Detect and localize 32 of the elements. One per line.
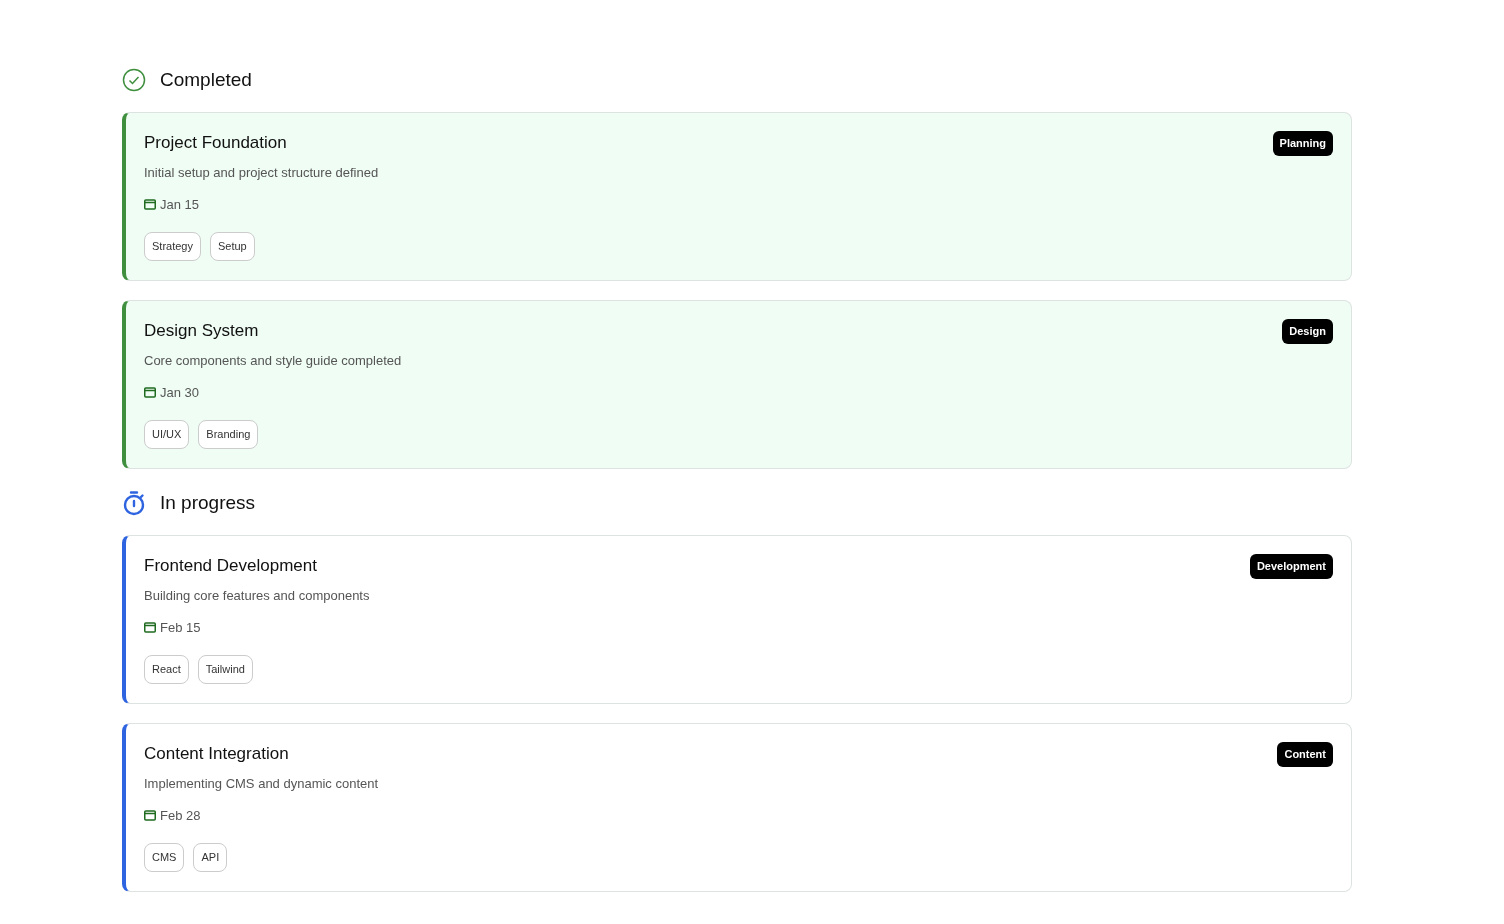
category-badge: Development	[1249, 554, 1333, 579]
card-description: Core components and style guide completed	[144, 351, 403, 370]
calendar-icon	[144, 198, 156, 210]
category-badge: Design	[1282, 319, 1333, 344]
category-badge: Content	[1277, 742, 1333, 767]
card-description: Initial setup and project structure defined	[144, 163, 380, 182]
check-circle-icon	[122, 68, 146, 92]
due-date: Jan 30	[160, 383, 200, 402]
card-description: Implementing CMS and dynamic content	[144, 774, 380, 793]
card-title: Design System	[144, 320, 259, 342]
card-description: Building core features and components	[144, 586, 371, 605]
tag-chip: Setup	[209, 232, 255, 261]
tag-chip: Branding	[198, 420, 259, 449]
category-badge: Planning	[1272, 131, 1333, 156]
tag-chip: React	[144, 655, 189, 684]
tag-chip: UI/UX	[144, 420, 190, 449]
calendar-icon	[144, 621, 156, 633]
stopwatch-icon	[122, 490, 146, 516]
section-heading: In progress	[160, 490, 256, 515]
calendar-icon	[144, 809, 156, 821]
card-title: Frontend Development	[144, 555, 317, 577]
section-heading: Completed	[160, 67, 252, 92]
due-date: Feb 28	[160, 806, 201, 825]
tag-chip: CMS	[144, 843, 185, 872]
card-title: Project Foundation	[144, 132, 287, 154]
tag-chip: Strategy	[144, 232, 201, 261]
tag-chip: API	[193, 843, 228, 872]
due-date: Feb 15	[160, 618, 201, 637]
card-title: Content Integration	[144, 743, 289, 765]
due-date: Jan 15	[160, 195, 200, 214]
calendar-icon	[144, 386, 156, 398]
tag-chip: Tailwind	[197, 655, 253, 684]
